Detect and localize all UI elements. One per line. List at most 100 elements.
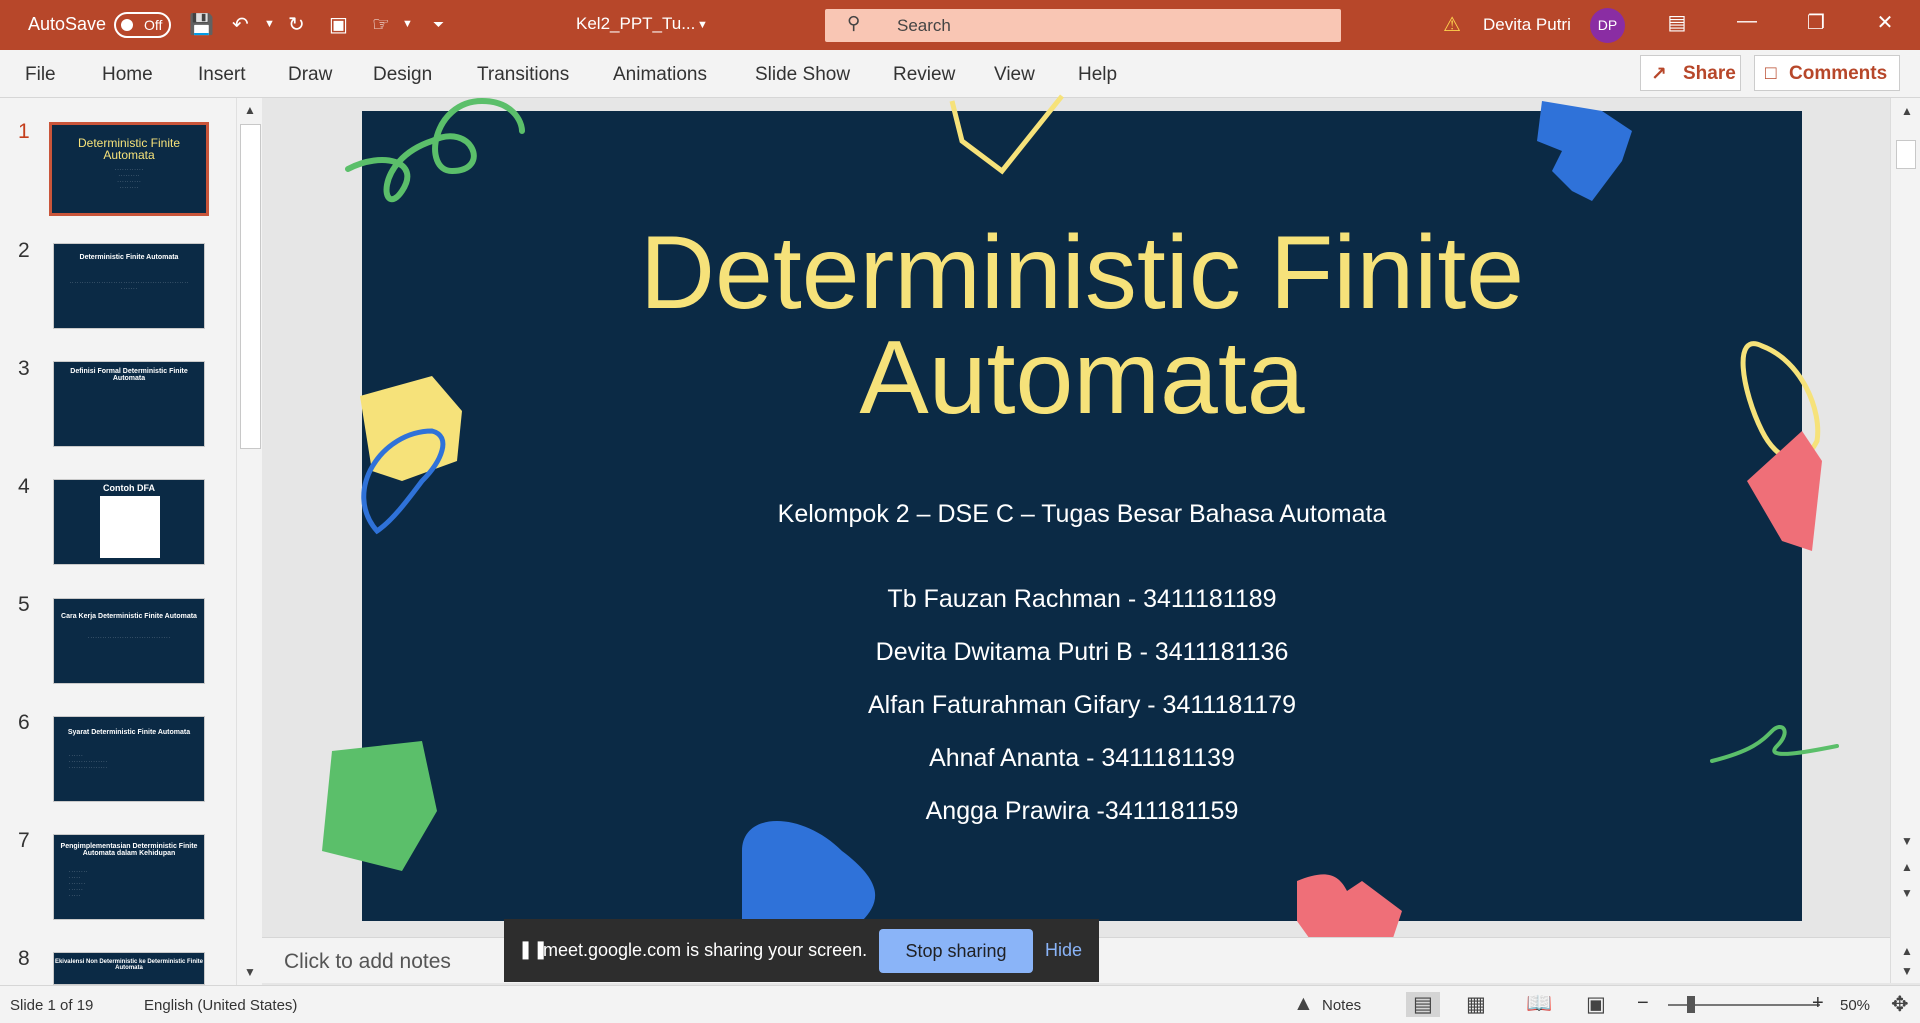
thumb-number: 8	[18, 947, 30, 970]
tab-slide-show[interactable]: Slide Show	[755, 64, 850, 86]
slide-thumbnail-6[interactable]: Syarat Deterministic Finite Automata · ·…	[53, 716, 205, 802]
scroll-down-icon[interactable]: ▼	[244, 965, 256, 979]
tab-draw[interactable]: Draw	[288, 64, 332, 86]
zoom-slider[interactable]	[1668, 996, 1820, 1013]
undo-dropdown-icon[interactable]: ▼	[264, 18, 275, 30]
close-icon[interactable]: ✕	[1865, 10, 1905, 35]
notes-placeholder: Click to add notes	[284, 950, 451, 973]
thumb-title: Deterministic Finite Automata	[79, 254, 179, 261]
slide-counter: Slide 1 of 19	[10, 997, 94, 1014]
slide-thumbnail-5[interactable]: Cara Kerja Deterministic Finite Automata…	[53, 598, 205, 684]
tab-file[interactable]: File	[25, 64, 56, 86]
thumb-title: Deterministic Finite Automata	[77, 136, 181, 162]
warning-icon[interactable]: ⚠	[1443, 12, 1461, 37]
tab-animations[interactable]: Animations	[613, 64, 707, 86]
restore-icon[interactable]: ❐	[1796, 10, 1836, 35]
comments-label: Comments	[1789, 63, 1888, 84]
normal-view-icon[interactable]: ▤	[1406, 992, 1440, 1017]
scroll-down-icon[interactable]: ▼	[1901, 834, 1913, 848]
autosave-toggle[interactable]: Off	[114, 12, 171, 38]
thumb-body: · · · · · · · · · · · · · · · · · · · · …	[88, 635, 170, 640]
stop-sharing-button[interactable]: Stop sharing	[879, 929, 1033, 973]
slide-thumbnail-7[interactable]: Pengimplementasian Deterministic Finite …	[53, 834, 205, 920]
thumb-number: 2	[18, 239, 30, 262]
blue-blob-top-right	[1537, 101, 1632, 201]
tab-view[interactable]: View	[994, 64, 1035, 86]
filename-dropdown-icon[interactable]: ▼	[697, 19, 708, 31]
share-label: Share	[1683, 63, 1736, 84]
notes-button[interactable]: Notes	[1322, 997, 1361, 1014]
share-icon: ↗	[1651, 64, 1667, 85]
save-icon[interactable]: 💾	[189, 12, 214, 37]
member-5: Angga Prawira -3411181159	[925, 797, 1239, 825]
zoom-out-icon[interactable]: −	[1637, 992, 1649, 1015]
ribbon-tabs: File Home Insert Draw Design Transitions…	[0, 50, 1920, 98]
scrollbar-thumb[interactable]	[240, 124, 261, 449]
hide-button[interactable]: Hide	[1045, 940, 1082, 961]
notes-icon[interactable]: ▲	[1293, 992, 1314, 1016]
reading-view-icon[interactable]: 📖	[1526, 992, 1552, 1016]
search-placeholder: Search	[897, 16, 951, 35]
ribbon-display-options-icon[interactable]: ▤	[1657, 10, 1697, 35]
editor-scrollbar[interactable]: ▲ ▼ ▲ ▼ ▲ ▼	[1890, 98, 1920, 983]
slide-thumbnail-1[interactable]: Deterministic Finite Automata · · · · · …	[49, 122, 209, 216]
tab-transitions[interactable]: Transitions	[477, 64, 569, 86]
tab-home[interactable]: Home	[102, 64, 153, 86]
tab-insert[interactable]: Insert	[198, 64, 246, 86]
tab-review[interactable]: Review	[893, 64, 955, 86]
member-3: Alfan Faturahman Gifary - 3411181179	[867, 691, 1297, 719]
thumb-number: 7	[18, 829, 30, 852]
member-1: Tb Fauzan Rachman - 3411181189	[887, 585, 1277, 613]
zoom-slider-knob[interactable]	[1687, 996, 1695, 1013]
thumb-number: 3	[18, 357, 30, 380]
scroll-up-icon[interactable]: ▲	[244, 103, 256, 117]
scroll-down-icon[interactable]: ▼	[1901, 964, 1913, 978]
share-button[interactable]: ↗ Share	[1640, 55, 1741, 91]
member-4: Ahnaf Ananta - 3411181139	[929, 744, 1235, 772]
redo-icon[interactable]: ↻	[288, 12, 305, 37]
previous-slide-icon[interactable]: ▲	[1901, 860, 1913, 874]
slide-thumbnail-4[interactable]: Contoh DFA	[53, 479, 205, 565]
thumb-title: Syarat Deterministic Finite Automata	[67, 729, 191, 736]
next-slide-icon[interactable]: ▼	[1901, 886, 1913, 900]
fit-to-window-icon[interactable]: ✥	[1891, 992, 1909, 1017]
scrollbar-thumb[interactable]	[1896, 140, 1916, 169]
member-2: Devita Dwitama Putri B - 3411181136	[875, 638, 1289, 666]
scroll-up-icon[interactable]: ▲	[1901, 104, 1913, 118]
slide-title: Deterministic Finite Automata	[362, 221, 1802, 431]
language[interactable]: English (United States)	[144, 997, 297, 1014]
scroll-up-icon[interactable]: ▲	[1901, 944, 1913, 958]
slide-canvas[interactable]: Deterministic Finite Automata Kelompok 2…	[322, 94, 1839, 956]
undo-icon[interactable]: ↶	[232, 12, 249, 37]
document-title[interactable]: Kel2_PPT_Tu...	[576, 14, 695, 34]
tab-design[interactable]: Design	[373, 64, 432, 86]
thumb-number: 5	[18, 593, 30, 616]
thumb-number: 6	[18, 711, 30, 734]
comments-button[interactable]: □ Comments	[1754, 55, 1900, 91]
touch-mode-icon[interactable]: ☞	[372, 12, 390, 37]
share-message: meet.google.com is sharing your screen.	[543, 940, 868, 960]
avatar[interactable]: DP	[1590, 8, 1625, 43]
user-name[interactable]: Devita Putri	[1483, 15, 1571, 35]
thumb-image	[100, 496, 160, 558]
slide-show-icon[interactable]: ▣	[1586, 992, 1606, 1017]
thumb-title: Cara Kerja Deterministic Finite Automata	[61, 613, 197, 620]
autosave-state: Off	[144, 17, 163, 33]
slide-thumbnail-2[interactable]: Deterministic Finite Automata · · · · · …	[53, 243, 205, 329]
zoom-in-icon[interactable]: +	[1812, 992, 1824, 1015]
title-bar: AutoSave Off 💾 ↶ ▼ ↻ ▣ ☞ ▼ ⏷ Kel2_PPT_Tu…	[0, 0, 1920, 50]
tab-help[interactable]: Help	[1078, 64, 1117, 86]
zoom-level[interactable]: 50%	[1840, 997, 1870, 1014]
thumbnail-scrollbar[interactable]: ▲ ▼	[236, 98, 262, 985]
thumb-title: Ekivalensi Non Deterministic ke Determin…	[54, 959, 204, 971]
slide-thumbnail-8[interactable]: Ekivalensi Non Deterministic ke Determin…	[53, 952, 205, 985]
search-box[interactable]: ⚲ Search	[825, 9, 1341, 42]
slide-thumbnail-3[interactable]: Definisi Formal Deterministic Finite Aut…	[53, 361, 205, 447]
customize-toolbar-icon[interactable]: ⏷	[433, 16, 444, 33]
touch-dropdown-icon[interactable]: ▼	[402, 18, 413, 30]
thumb-title: Pengimplementasian Deterministic Finite …	[60, 843, 198, 857]
slide-thumbnail-pane: 1 Deterministic Finite Automata · · · · …	[0, 98, 262, 985]
minimize-icon[interactable]: —	[1727, 10, 1767, 33]
present-from-start-icon[interactable]: ▣	[329, 12, 348, 37]
slide-sorter-icon[interactable]: ▦	[1466, 992, 1486, 1017]
